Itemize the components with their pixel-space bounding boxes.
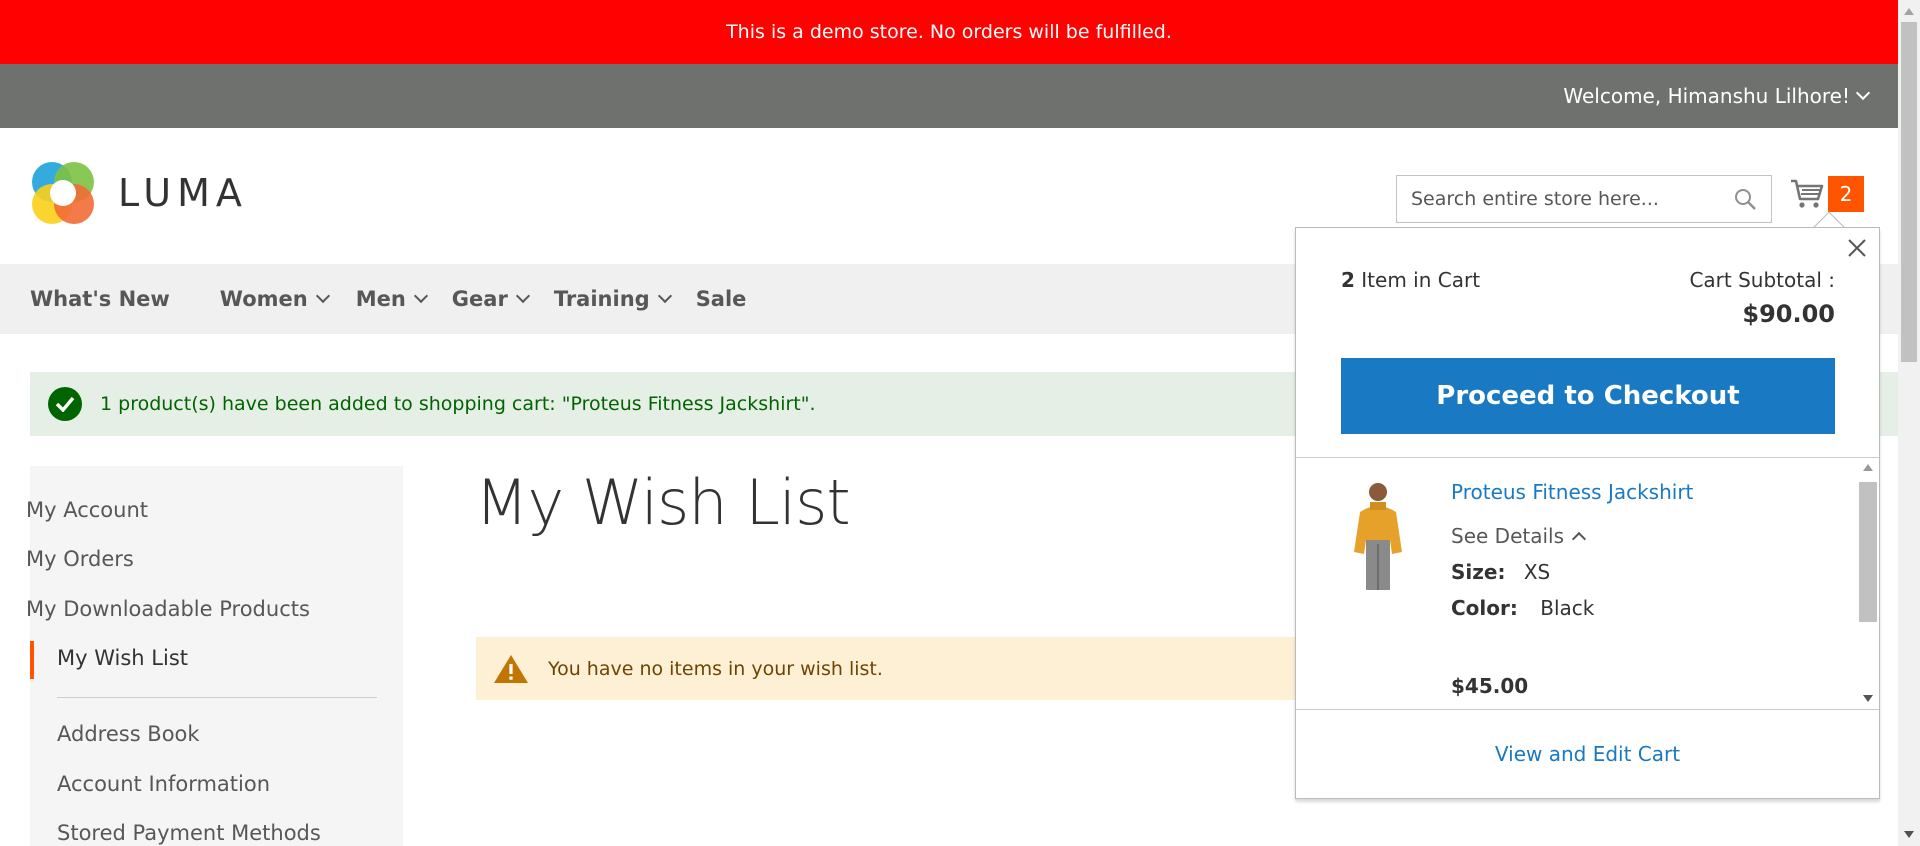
cart-count-badge: 2: [1828, 176, 1864, 212]
product-price: $45.00: [1451, 674, 1529, 698]
scroll-down-arrow-icon[interactable]: [1863, 695, 1873, 702]
see-details-label: See Details: [1451, 524, 1564, 548]
nav-item-women[interactable]: Women: [219, 287, 330, 311]
minicart-scrollbar[interactable]: [1857, 458, 1879, 709]
nav-item-label: Training: [553, 287, 650, 311]
success-message-text: 1 product(s) have been added to shopping…: [100, 393, 816, 415]
option-size-label: Size:: [1451, 560, 1506, 584]
chevron-down-icon: [1855, 85, 1871, 101]
option-color-value: Black: [1540, 596, 1595, 620]
demo-store-notice: This is a demo store. No orders will be …: [0, 0, 1898, 64]
chevron-down-icon: [315, 288, 330, 304]
sidebar-divider: [57, 697, 377, 698]
chevron-down-icon: [657, 288, 672, 304]
sidebar-item-downloadable-products[interactable]: My Downloadable Products: [26, 597, 310, 621]
view-and-edit-cart-link[interactable]: View and Edit Cart: [1495, 742, 1680, 766]
sidebar-item-my-orders[interactable]: My Orders: [26, 547, 134, 571]
nav-item-training[interactable]: Training: [553, 287, 672, 311]
cart-subtotal-label: Cart Subtotal :: [1689, 268, 1835, 292]
top-bar: Welcome, Himanshu Lilhore!: [0, 64, 1898, 128]
scroll-down-arrow-icon[interactable]: [1904, 831, 1914, 838]
sidebar-item-address-book[interactable]: Address Book: [57, 722, 200, 746]
proceed-to-checkout-button[interactable]: Proceed to Checkout: [1341, 358, 1835, 434]
checkmark-icon: [48, 387, 82, 421]
chevron-up-icon: [1571, 531, 1587, 547]
close-icon[interactable]: [1843, 234, 1871, 262]
nav-item-men[interactable]: Men: [355, 287, 428, 311]
option-color-label: Color:: [1451, 596, 1518, 620]
option-size-value: XS: [1523, 560, 1551, 584]
minicart-footer: View and Edit Cart: [1296, 709, 1879, 798]
nav-item-label: Sale: [695, 287, 747, 311]
product-name-link[interactable]: Proteus Fitness Jackshirt: [1451, 480, 1693, 504]
store-logo[interactable]: LUMA: [30, 160, 248, 226]
scroll-up-arrow-icon[interactable]: [1904, 8, 1914, 15]
search-icon[interactable]: [1733, 187, 1757, 211]
minicart-item-count: 2 Item in Cart: [1341, 268, 1480, 292]
see-details-toggle[interactable]: See Details: [1451, 524, 1587, 548]
option-size: Size: XS: [1451, 560, 1550, 584]
page-scrollbar[interactable]: [1898, 0, 1920, 846]
nav-item-gear[interactable]: Gear: [451, 287, 530, 311]
search-input[interactable]: [1411, 188, 1733, 210]
nav-item-label: Women: [219, 287, 308, 311]
scrollbar-thumb[interactable]: [1901, 22, 1917, 362]
product-thumbnail[interactable]: [1346, 478, 1410, 594]
nav-item-whats-new[interactable]: What's New: [30, 287, 170, 311]
sidebar-item-my-wish-list: My Wish List: [57, 646, 188, 670]
scroll-up-arrow-icon[interactable]: [1863, 464, 1873, 471]
shopping-cart-icon: [1791, 179, 1824, 208]
scrollbar-thumb[interactable]: [1859, 482, 1877, 622]
minicart-item-list: Proteus Fitness Jackshirt See Details Si…: [1296, 457, 1879, 709]
minicart-toggle[interactable]: 2: [1790, 176, 1864, 212]
nav-item-sale[interactable]: Sale: [696, 287, 747, 311]
demo-store-notice-text: This is a demo store. No orders will be …: [726, 21, 1172, 43]
customer-menu-toggle[interactable]: Welcome, Himanshu Lilhore!: [1563, 64, 1871, 128]
page-title: My Wish List: [475, 466, 851, 539]
nav-item-label: Gear: [451, 287, 508, 311]
minicart-dropdown: 2 Item in Cart Cart Subtotal : $90.00 Pr…: [1295, 227, 1880, 799]
cart-subtotal-value: $90.00: [1742, 300, 1835, 328]
sidebar-item-account-information[interactable]: Account Information: [57, 772, 270, 796]
luma-logo-icon: [32, 162, 94, 224]
minicart-count-label: Item in Cart: [1361, 268, 1481, 292]
wishlist-empty-text: You have no items in your wish list.: [548, 657, 883, 680]
active-item-marker: [30, 641, 34, 679]
nav-item-label: Men: [355, 287, 406, 311]
search-box: [1396, 175, 1772, 223]
nav-item-label: What's New: [30, 287, 170, 311]
chevron-down-icon: [515, 288, 530, 304]
sidebar-item-stored-payment-methods[interactable]: Stored Payment Methods: [57, 821, 321, 845]
minicart-count-number: 2: [1341, 268, 1355, 292]
sidebar-item-my-account[interactable]: My Account: [26, 498, 148, 522]
option-color: Color: Black: [1451, 596, 1594, 620]
wishlist-empty-notice: You have no items in your wish list.: [476, 637, 1336, 700]
logo-text: LUMA: [118, 171, 248, 215]
warning-icon: [494, 654, 528, 683]
welcome-message: Welcome, Himanshu Lilhore!: [1563, 84, 1850, 108]
chevron-down-icon: [413, 288, 428, 304]
